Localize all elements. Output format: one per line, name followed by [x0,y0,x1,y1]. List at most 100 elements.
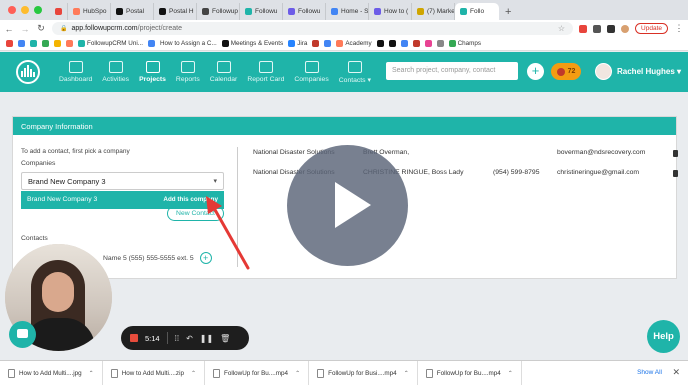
browser-tab[interactable]: Followu [240,3,283,20]
browser-tab[interactable]: (7) Marke [412,3,455,20]
browser-tab[interactable]: Postal H [154,3,197,20]
browser-tab[interactable] [50,3,68,20]
sidebar-icon[interactable] [607,24,616,33]
nav-item[interactable]: Companies [289,52,333,92]
show-all-downloads-link[interactable]: Show All [637,369,662,376]
followup-logo[interactable] [16,60,40,84]
annotation-arrow [206,196,250,270]
download-item[interactable]: FollowUp for Bu....mp4 ⌃ [205,360,310,385]
forward-icon[interactable]: → [20,24,30,34]
download-item[interactable]: How to Add Multi....zip ⌃ [103,360,206,385]
bookmark-item[interactable]: FollowupCRM Uni... [78,40,143,47]
back-icon[interactable]: ← [4,24,14,34]
bookmark-icon[interactable] [66,40,73,47]
result-email: boverman@ndsrecovery.com [557,149,646,156]
bookmark-icon[interactable] [324,40,332,47]
bookmark-icon[interactable] [436,40,444,47]
trash-icon[interactable] [673,150,678,157]
trash-icon[interactable] [673,170,678,177]
close-window-button[interactable] [8,6,16,14]
nav-icon [180,61,195,73]
download-items: How to Add Multi....jpg ⌃ How to Add Multi… [0,360,522,385]
tab-label: Follo [470,8,485,15]
update-button[interactable]: Update [635,23,668,34]
bookmark-icon[interactable] [412,40,420,47]
chevron-up-icon[interactable]: ⌃ [191,370,196,377]
extensions-puzzle-icon[interactable] [593,24,602,33]
tab-label: HubSpo [83,8,107,15]
recording-time: 5:14 [145,333,160,343]
menu-dots-icon[interactable]: ⋮ [674,23,684,34]
user-menu[interactable]: Rachel Hughes ▾ [595,63,681,80]
download-item[interactable]: FollowUp for Bu....mp4 ⌃ [418,360,522,385]
nav-item[interactable]: Report Card [242,52,289,92]
tab-favicon-icon [202,8,209,15]
browser-tab[interactable]: HubSpo [68,3,111,20]
close-icon[interactable]: ✕ [672,367,680,378]
file-icon [213,368,221,378]
bookmark-icon[interactable] [388,40,396,47]
bookmark-icon[interactable] [6,40,13,47]
download-item[interactable]: How to Add Multi....jpg ⌃ [0,360,103,385]
tab-label: How to ( [384,8,409,15]
browser-tab[interactable]: Postal [111,3,154,20]
bookmark-item[interactable]: Jira [288,40,307,47]
trash-icon[interactable]: 🗑 [220,334,230,343]
browser-tab[interactable]: Followu [283,3,326,20]
bookmark-item[interactable]: Champs [448,40,481,47]
bookmark-icon[interactable] [42,40,49,47]
company-select[interactable]: Brand New Company 3 ▾ [21,172,224,190]
bookmark-icon[interactable] [376,40,384,47]
bookmark-item[interactable]: Meetings & Events [221,40,283,47]
bookmark-icon[interactable] [400,40,408,47]
notification-count: 72 [567,68,576,75]
maximize-window-button[interactable] [34,6,42,14]
video-play-button[interactable] [287,145,408,266]
profile-avatar[interactable] [621,24,630,33]
reload-icon[interactable]: ↻ [36,23,46,34]
tab-favicon-icon [116,8,123,15]
pause-icon[interactable]: ❚❚ [200,334,213,343]
browser-tab[interactable]: How to ( [369,3,412,20]
help-button[interactable]: Help [647,320,680,353]
chat-button[interactable] [9,321,36,348]
notifications-badge[interactable]: 72 [551,63,581,80]
undo-icon[interactable]: ↶ [186,334,193,343]
nav-item[interactable]: Dashboard [54,52,97,92]
download-item[interactable]: FollowUp for Busi....mp4 ⌃ [309,360,418,385]
contacts-label: Contacts [21,235,48,242]
bookmark-star-icon[interactable]: ☆ [558,24,565,33]
grid-icon[interactable]: ⁞⁞ [175,334,179,343]
add-new-button[interactable]: + [527,63,544,80]
nav-item[interactable]: Projects [134,52,171,92]
bookmark-item[interactable]: How to Assign a C... [160,40,217,47]
bookmark-icon[interactable] [54,40,61,47]
file-icon [8,368,15,378]
bookmark-item[interactable]: Academy [336,40,372,47]
nav-item[interactable]: Reports [171,52,205,92]
search-input[interactable]: Search project, company, contact [386,62,518,80]
nav-item[interactable]: Contacts ▾ [334,52,376,92]
url-field[interactable]: 🔒 app.followupcrm.com/project/create ☆ [52,22,574,35]
tab-label: Followup [212,8,239,15]
extension-icon[interactable] [579,24,588,33]
browser-tab[interactable]: Follo [455,3,499,20]
chevron-up-icon[interactable]: ⌃ [89,370,94,377]
minimize-window-button[interactable] [21,6,29,14]
browser-tab[interactable]: Followup [197,3,240,20]
bookmark-icon[interactable] [18,40,25,47]
stop-recording-button[interactable] [130,334,138,342]
chevron-up-icon[interactable]: ⌃ [295,370,300,377]
browser-tab[interactable]: Home - S [326,3,369,20]
bookmark-icon[interactable] [312,40,320,47]
bookmark-icon[interactable] [30,40,37,47]
new-tab-button[interactable]: + [499,6,517,20]
nav-icon [108,61,123,73]
chevron-up-icon[interactable]: ⌃ [508,370,513,377]
bookmark-icon[interactable] [424,40,432,47]
chevron-up-icon[interactable]: ⌃ [404,370,409,377]
nav-item[interactable]: Calendar [205,52,243,92]
chat-icon [17,329,28,338]
nav-item[interactable]: Activities [97,52,134,92]
bookmark-icon[interactable] [148,40,155,47]
